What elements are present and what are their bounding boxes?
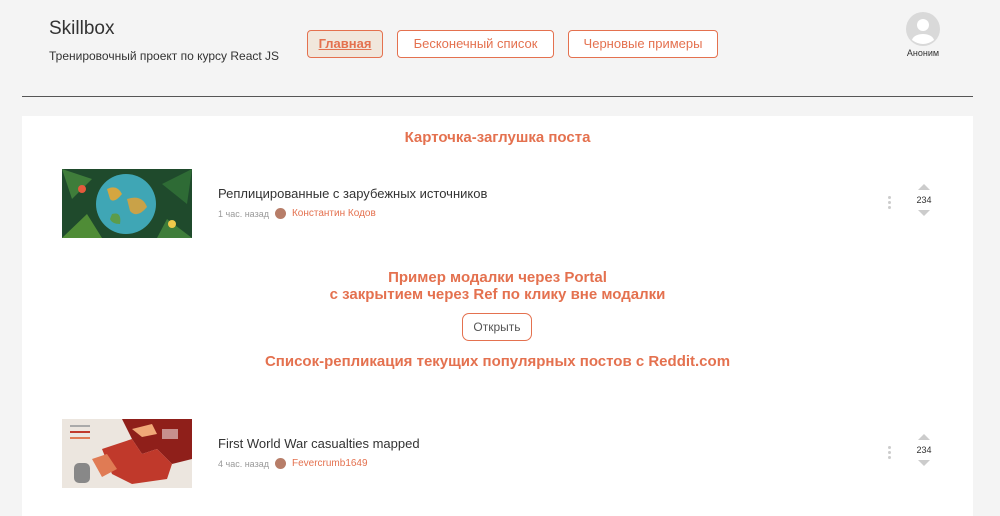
main-content: Карточка-заглушка поста Реплицированные … xyxy=(22,116,973,516)
karma-value: 234 xyxy=(916,195,932,205)
post-author[interactable]: Fevercrumb1649 xyxy=(292,458,368,469)
stub-card-title: Карточка-заглушка поста xyxy=(404,129,591,146)
post-author[interactable]: Константин Кодов xyxy=(292,208,376,219)
header-divider xyxy=(22,96,973,97)
user-avatar-icon[interactable] xyxy=(906,12,940,46)
modal-title-line1: Пример модалки через Portal xyxy=(388,269,607,286)
user-name: Аноним xyxy=(906,48,940,58)
post-title[interactable]: Реплицированные с зарубежных источников xyxy=(218,186,487,201)
post-card[interactable]: Реплицированные с зарубежных источников … xyxy=(62,169,952,239)
nav-home[interactable]: Главная xyxy=(307,30,383,58)
open-modal-button[interactable]: Открыть xyxy=(462,313,532,341)
post-thumbnail[interactable] xyxy=(62,419,192,488)
post-time: 1 час. назад xyxy=(218,208,269,219)
upvote-icon[interactable] xyxy=(918,434,930,440)
post-meta: 4 час. назад Fevercrumb1649 xyxy=(218,458,368,469)
post-card[interactable]: First World War casualties mapped 4 час.… xyxy=(62,419,952,489)
karma-value: 234 xyxy=(916,445,932,455)
post-meta: 1 час. назад Константин Кодов xyxy=(218,208,376,219)
nav-infinite-list[interactable]: Бесконечный список xyxy=(397,30,554,58)
downvote-icon[interactable] xyxy=(918,460,930,466)
post-thumbnail[interactable] xyxy=(62,169,192,238)
list-title: Список-репликация текущих популярных пос… xyxy=(264,353,731,370)
user-profile[interactable]: Аноним xyxy=(900,12,946,58)
more-options-icon[interactable] xyxy=(888,446,892,462)
post-time: 4 час. назад xyxy=(218,458,269,469)
brand-subtitle: Тренировочный проект по курсу React JS xyxy=(49,49,280,63)
nav-drafts[interactable]: Черновые примеры xyxy=(568,30,718,58)
more-options-icon[interactable] xyxy=(888,196,892,212)
author-avatar-icon xyxy=(274,458,286,469)
post-title[interactable]: First World War casualties mapped xyxy=(218,436,420,451)
modal-example-title: Пример модалки через Portal с закрытием … xyxy=(22,269,973,303)
modal-title-line2: с закрытием через Ref по клику вне модал… xyxy=(329,286,666,303)
author-avatar-icon xyxy=(274,208,286,219)
karma-counter: 234 xyxy=(914,184,934,216)
upvote-icon[interactable] xyxy=(918,184,930,190)
header: Skillbox Тренировочный проект по курсу R… xyxy=(0,0,1000,97)
downvote-icon[interactable] xyxy=(918,210,930,216)
brand-title[interactable]: Skillbox xyxy=(49,18,114,40)
karma-counter: 234 xyxy=(914,434,934,466)
